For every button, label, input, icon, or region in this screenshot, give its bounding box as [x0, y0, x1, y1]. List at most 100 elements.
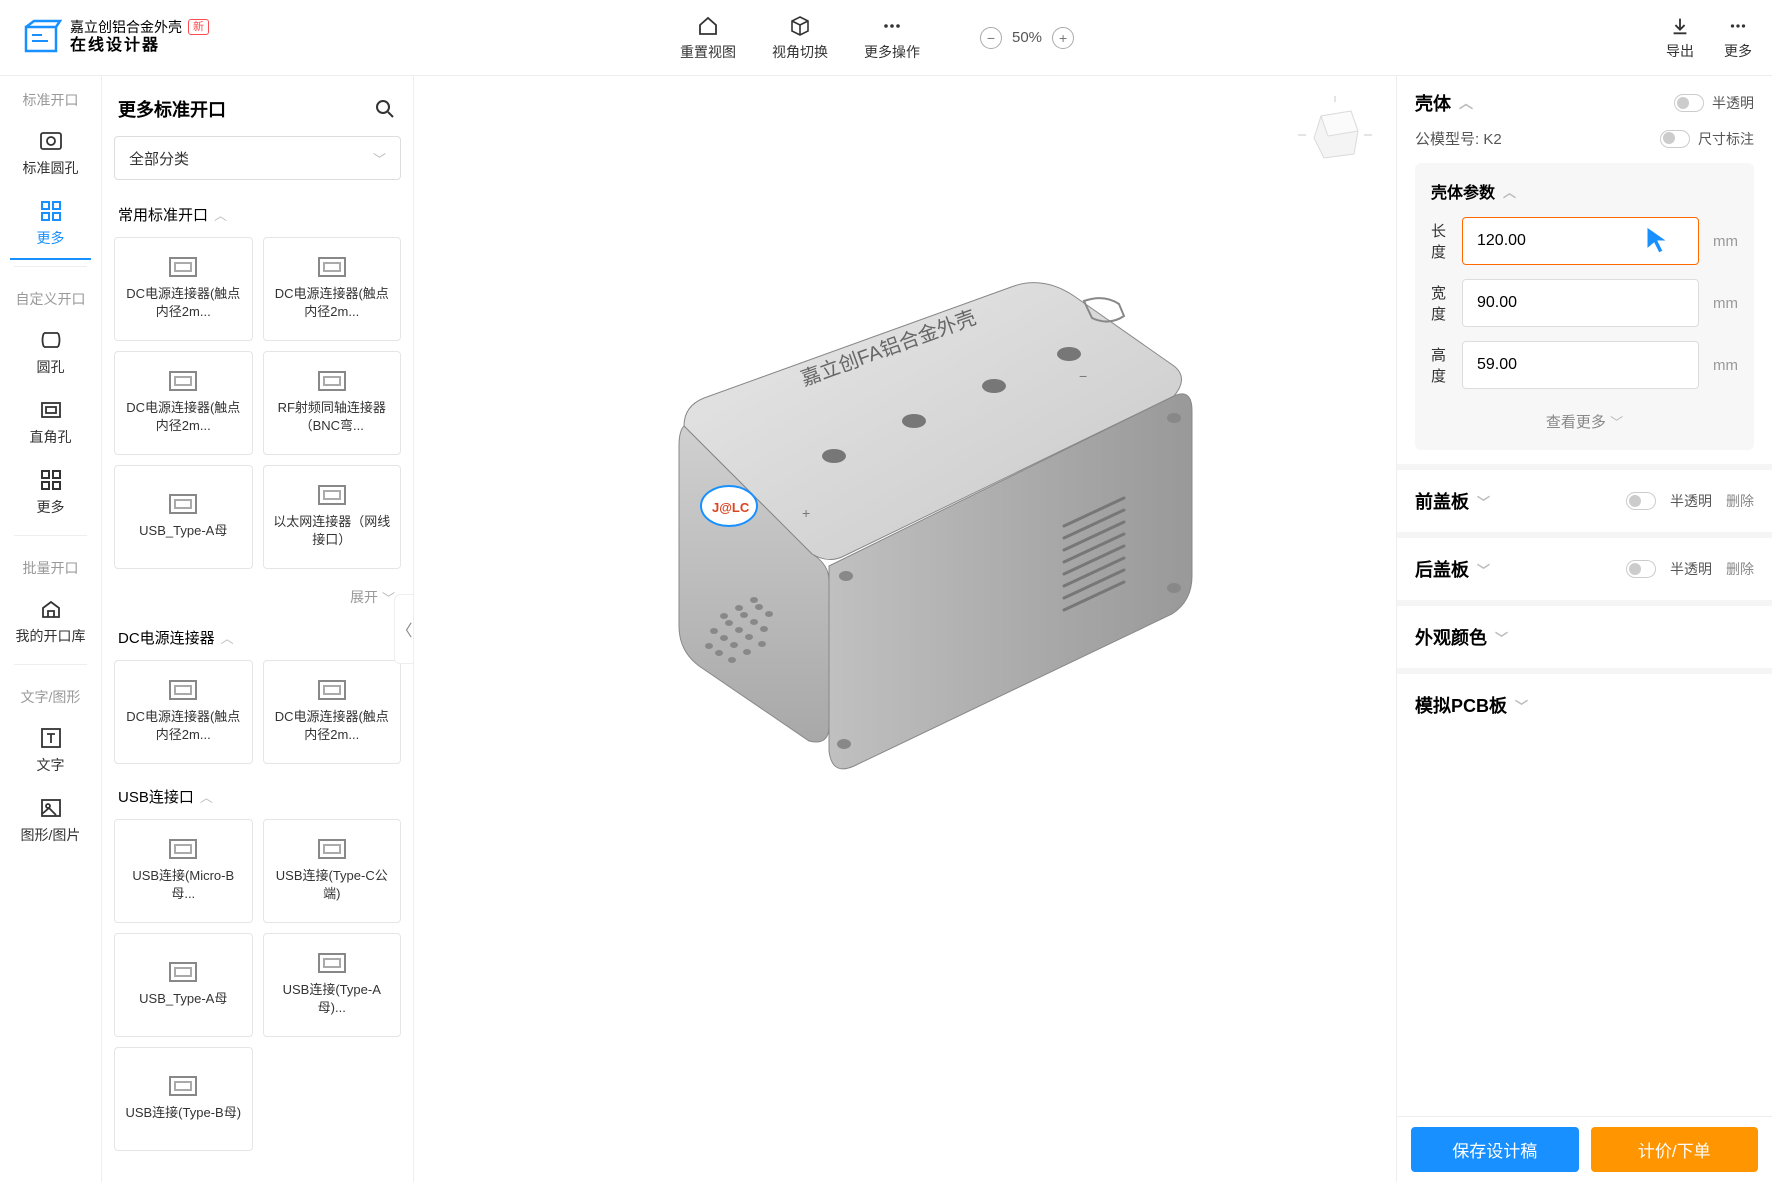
chevron-up-icon: ︿	[1459, 93, 1473, 113]
logo-area: 嘉立创铝合金外壳新 在线设计器	[20, 17, 400, 59]
back-translucent-toggle[interactable]	[1626, 560, 1656, 578]
switch-view-button[interactable]: 视角切换	[772, 14, 828, 62]
show-more-params[interactable]: 查看更多 ﹀	[1431, 403, 1738, 434]
connector-thumb-icon	[169, 371, 197, 391]
zoom-in-button[interactable]: +	[1052, 27, 1074, 49]
connector-thumb-icon	[169, 1076, 197, 1096]
badge-new: 新	[188, 19, 209, 35]
connector-thumb-icon	[318, 257, 346, 277]
circle-icon	[38, 327, 64, 353]
library-card[interactable]: USB_Type-A母	[114, 933, 253, 1037]
library-card[interactable]: DC电源连接器(触点内径2m...	[114, 237, 253, 341]
library-card[interactable]: DC电源连接器(触点内径2m...	[263, 237, 402, 341]
connector-thumb-icon	[318, 680, 346, 700]
length-input[interactable]	[1462, 217, 1699, 265]
top-more-button[interactable]: 更多	[1724, 15, 1752, 61]
section-usb-label[interactable]: USB连接口︿	[114, 780, 401, 819]
dimension-label-toggle[interactable]	[1660, 130, 1690, 148]
library-card[interactable]: DC电源连接器(触点内径2m...	[263, 660, 402, 764]
back-delete-button[interactable]: 删除	[1726, 559, 1754, 579]
chevron-up-icon: ︿	[214, 205, 227, 224]
expand-button[interactable]: 展开﹀	[114, 585, 401, 621]
card-label: RF射频同轴连接器（BNC弯...	[272, 399, 393, 435]
grid-icon	[38, 198, 64, 224]
library-card[interactable]: RF射频同轴连接器（BNC弯...	[263, 351, 402, 455]
price-order-button[interactable]: 计价/下单	[1591, 1127, 1759, 1172]
zoom-value: 50%	[1012, 29, 1042, 46]
front-translucent-toggle[interactable]	[1626, 492, 1656, 510]
model-number: K2	[1483, 131, 1501, 148]
collapse-handle[interactable]: 〈	[394, 594, 414, 664]
library-card[interactable]: DC电源连接器(触点内径2m...	[114, 351, 253, 455]
nav-custom-more[interactable]: 更多	[0, 457, 101, 527]
appearance-section[interactable]: 外观颜色﹀	[1397, 606, 1772, 674]
shell-title[interactable]: 壳体︿	[1415, 90, 1473, 116]
grid-icon	[38, 467, 64, 493]
front-cover-section[interactable]: 前盖板﹀ 半透明 删除	[1397, 470, 1772, 538]
card-label: DC电源连接器(触点内径2m...	[272, 285, 393, 321]
chevron-down-icon: ﹀	[1477, 560, 1490, 579]
connector-thumb-icon	[169, 257, 197, 277]
rect-icon	[38, 397, 64, 423]
export-button[interactable]: 导出	[1666, 15, 1694, 61]
3d-canvas[interactable]: 嘉立创FA铝合金外壳 J@LC +	[414, 76, 1396, 1182]
width-input[interactable]	[1462, 279, 1699, 327]
card-label: DC电源连接器(触点内径2m...	[123, 285, 244, 321]
section-common-label[interactable]: 常用标准开口︿	[114, 198, 401, 237]
chevron-up-icon: ︿	[1503, 182, 1516, 201]
card-label: USB_Type-A母	[139, 990, 227, 1008]
nav-rect-hole[interactable]: 直角孔	[0, 387, 101, 457]
save-draft-button[interactable]: 保存设计稿	[1411, 1127, 1579, 1172]
search-icon[interactable]	[373, 97, 397, 121]
connector-thumb-icon	[169, 494, 197, 514]
section-dc-label[interactable]: DC电源连接器︿	[114, 621, 401, 660]
zoom-controls: − 50% +	[980, 27, 1074, 49]
nav-more-standard[interactable]: 更多	[0, 188, 101, 258]
front-delete-button[interactable]: 删除	[1726, 491, 1754, 511]
nav-graphic[interactable]: 图形/图片	[0, 785, 101, 855]
library-card[interactable]: USB连接(Type-C公端)	[263, 819, 402, 923]
chevron-down-icon: ﹀	[373, 149, 386, 168]
shell-params-box: 壳体参数︿ 长度 mm 宽度 mm 高度 mm 查看更多 ﹀	[1415, 163, 1754, 450]
category-select[interactable]: 全部分类 ﹀	[114, 136, 401, 180]
connector-thumb-icon	[318, 485, 346, 505]
connector-thumb-icon	[169, 680, 197, 700]
rail-group-custom: 自定义开口	[0, 275, 101, 317]
chevron-down-icon: ﹀	[1515, 696, 1528, 715]
svg-text:J@LC: J@LC	[712, 500, 750, 515]
library-card[interactable]: DC电源连接器(触点内径2m...	[114, 660, 253, 764]
more-ops-button[interactable]: 更多操作	[864, 14, 920, 62]
library-card[interactable]: USB_Type-A母	[114, 465, 253, 569]
view-cube[interactable]	[1296, 96, 1374, 174]
library-card[interactable]: USB连接(Micro-B母...	[114, 819, 253, 923]
nav-standard-hole[interactable]: 标准圆孔	[0, 118, 101, 188]
shell-translucent-toggle[interactable]	[1674, 94, 1704, 112]
chevron-down-icon: ﹀	[1495, 628, 1508, 647]
params-title[interactable]: 壳体参数︿	[1431, 179, 1738, 203]
chevron-down-icon: ﹀	[1477, 492, 1490, 511]
enclosure-model: 嘉立创FA铝合金外壳 J@LC +	[534, 246, 1234, 806]
zoom-out-button[interactable]: −	[980, 27, 1002, 49]
card-label: USB连接(Type-A母)...	[272, 981, 393, 1017]
reset-view-button[interactable]: 重置视图	[680, 14, 736, 62]
back-cover-section[interactable]: 后盖板﹀ 半透明 删除	[1397, 538, 1772, 606]
card-label: USB连接(Type-B母)	[125, 1104, 241, 1122]
library-card[interactable]: 以太网连接器（网线接口）	[263, 465, 402, 569]
rail-group-standard: 标准开口	[0, 76, 101, 118]
nav-my-library[interactable]: 我的开口库	[0, 586, 101, 656]
library-card[interactable]: USB连接(Type-A母)...	[263, 933, 402, 1037]
pcb-section[interactable]: 模拟PCB板﹀	[1397, 674, 1772, 736]
image-icon	[38, 795, 64, 821]
nav-text[interactable]: 文字	[0, 715, 101, 785]
library-card[interactable]: USB连接(Type-B母)	[114, 1047, 253, 1151]
card-label: DC电源连接器(触点内径2m...	[123, 708, 244, 744]
connector-thumb-icon	[318, 953, 346, 973]
home-icon	[696, 14, 720, 38]
nav-circle-hole[interactable]: 圆孔	[0, 317, 101, 387]
height-input[interactable]	[1462, 341, 1699, 389]
chevron-up-icon: ︿	[221, 628, 234, 647]
chevron-up-icon: ︿	[200, 787, 213, 806]
download-icon	[1669, 15, 1691, 37]
properties-panel: 壳体︿ 半透明 公模型号: K2 尺寸标注 壳体参数︿ 长度 mm	[1396, 76, 1772, 1182]
dots-icon	[1727, 15, 1749, 37]
